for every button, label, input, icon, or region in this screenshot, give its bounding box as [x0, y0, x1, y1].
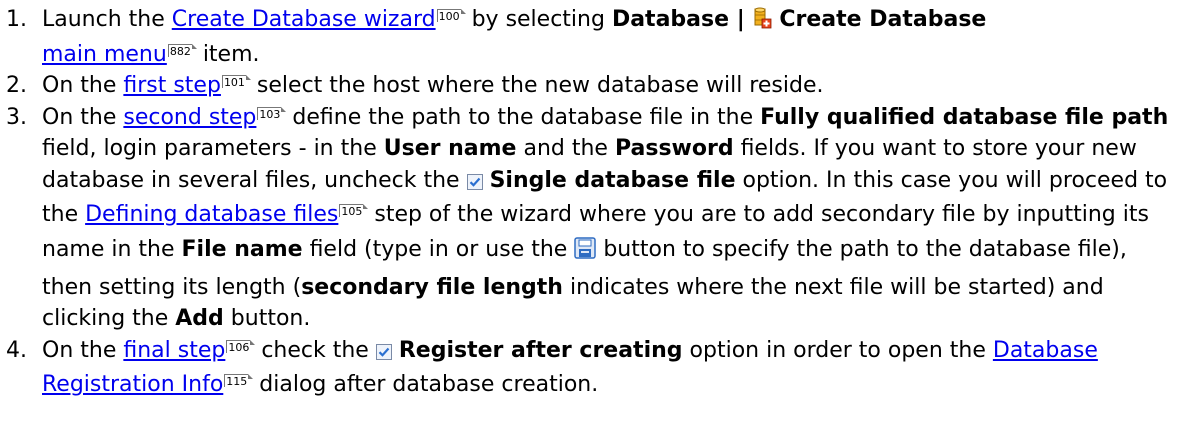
page-ref: 106	[226, 339, 256, 353]
text-line: File name field (type in or use the	[182, 237, 597, 262]
create-database-icon	[752, 7, 772, 39]
item-number: 3.	[6, 104, 27, 130]
steps-list: 1. Launch the Create Database wizard 100 …	[0, 4, 1196, 401]
text: field (type in or use the	[302, 236, 575, 262]
text: On the	[42, 73, 124, 98]
text: and the	[516, 136, 615, 161]
field-name: File name	[181, 236, 303, 262]
defining-database-files-link[interactable]: Defining database files	[85, 202, 338, 227]
term: secondary file length	[301, 274, 563, 300]
text: item.	[195, 41, 260, 67]
second-step-link[interactable]: second step	[123, 105, 256, 130]
save-file-icon	[574, 234, 597, 272]
checked-checkbox-icon	[375, 338, 392, 370]
main-menu-link[interactable]: main menu	[42, 42, 167, 67]
item-number: 4.	[6, 337, 27, 363]
list-item: 1. Launch the Create Database wizard 100 …	[0, 4, 1172, 70]
option-name: Single database file	[489, 167, 736, 193]
menu-item-label: Create Database	[779, 7, 987, 32]
option-name: Register after creating	[398, 337, 683, 363]
text: field, login parameters - in the	[42, 136, 384, 161]
first-step-link[interactable]: first step	[123, 73, 221, 98]
text: select the host where the new database w…	[249, 73, 824, 98]
checked-checkbox-icon	[466, 168, 483, 200]
list-item: 4. On the final step 106 check the Regist…	[0, 335, 1172, 401]
page-ref: 115	[224, 374, 254, 387]
page-ref: 103	[257, 106, 287, 120]
menu-path: Database |	[611, 7, 753, 32]
list-item: 3. On the second step 103 define the path…	[0, 102, 1172, 335]
item-number: 1.	[6, 7, 27, 32]
button-name: Add	[175, 306, 224, 331]
page-ref: 101	[221, 75, 251, 88]
text: dialog after database creation.	[252, 372, 599, 397]
text: define the path to the database file in …	[285, 104, 761, 130]
text: by selecting	[464, 7, 612, 32]
page-ref: 100	[436, 9, 466, 22]
item-number: 2.	[6, 73, 27, 98]
final-step-link[interactable]: final step	[123, 338, 225, 363]
text: Launch the	[42, 7, 172, 32]
field-name: User name	[383, 136, 517, 161]
page-ref: 882	[167, 43, 197, 57]
text: option in order to open the	[682, 337, 993, 363]
text: check the	[254, 337, 376, 363]
list-item: 2. On the first step 101 select the host …	[0, 70, 1172, 102]
text: button.	[223, 306, 311, 331]
text: On the	[42, 337, 124, 363]
text: On the	[42, 104, 124, 130]
page-ref: 105	[339, 204, 369, 217]
field-name: Password	[614, 136, 734, 161]
field-name: Fully qualified database file path	[760, 104, 1169, 130]
create-database-wizard-link[interactable]: Create Database wizard	[172, 7, 436, 32]
help-document: 1. Launch the Create Database wizard 100 …	[0, 0, 1196, 425]
